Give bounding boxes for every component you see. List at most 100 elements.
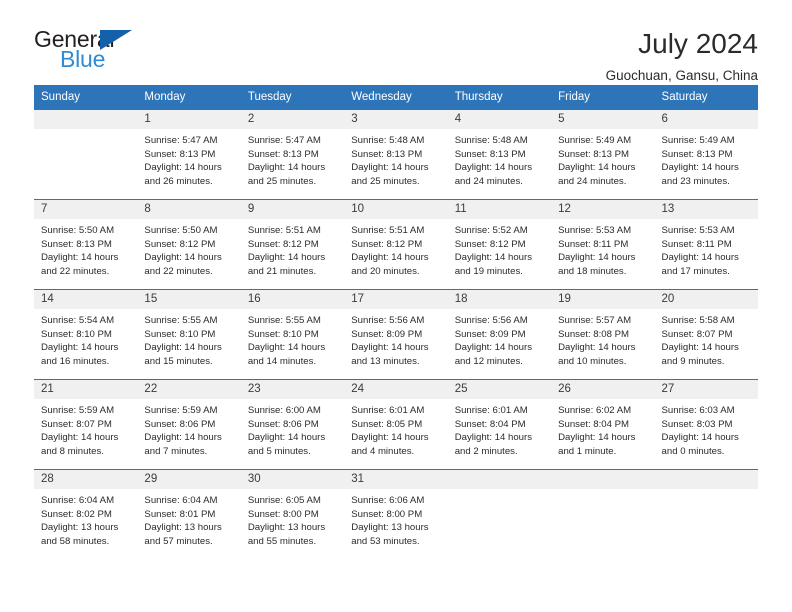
daylight-text: Daylight: 13 hours bbox=[247, 522, 326, 533]
weekday-header-row: Sunday Monday Tuesday Wednesday Thursday Frid… bbox=[34, 85, 758, 110]
day-cell[interactable]: 7 Sunrise: 5:50 AM Sunset: 8:13 PM Daylight… bbox=[34, 200, 138, 289]
calendar-page: General Blue July 2024 Guochuan, Gansu, … bbox=[0, 0, 792, 612]
sunset-text: Sunset: 8:12 PM bbox=[351, 238, 423, 250]
day-number bbox=[34, 110, 138, 129]
day-cell[interactable]: 5 Sunrise: 5:49 AM Sunset: 8:13 PM Daylight… bbox=[551, 110, 655, 199]
sunset-text: Sunset: 8:04 PM bbox=[558, 418, 630, 430]
daylight-text: Daylight: 14 hours bbox=[661, 162, 739, 173]
day-cell[interactable]: 21 Sunrise: 5:59 AM Sunset: 8:07 PM Dayligh… bbox=[34, 380, 138, 469]
day-cell[interactable]: 10 Sunrise: 5:51 AM Sunset: 8:12 PM Dayligh… bbox=[344, 200, 448, 289]
daylight-text: Daylight: 14 hours bbox=[41, 252, 119, 263]
day-details: Sunrise: 5:48 AM Sunset: 8:13 PM Daylight:… bbox=[448, 129, 551, 188]
day-number: 14 bbox=[34, 290, 138, 309]
daylight-text: Daylight: 14 hours bbox=[351, 342, 429, 353]
day-cell[interactable]: 14 Sunrise: 5:54 AM Sunset: 8:10 PM Dayligh… bbox=[34, 290, 138, 379]
day-cell[interactable]: 23 Sunrise: 6:00 AM Sunset: 8:06 PM Dayligh… bbox=[240, 380, 345, 469]
day-cell[interactable]: 27 Sunrise: 6:03 AM Sunset: 8:03 PM Dayligh… bbox=[654, 380, 758, 469]
daylight-text: and 20 minutes. bbox=[351, 265, 420, 277]
day-cell[interactable]: 17 Sunrise: 5:56 AM Sunset: 8:09 PM Dayligh… bbox=[344, 290, 448, 379]
sunset-text: Sunset: 8:00 PM bbox=[351, 508, 423, 520]
daylight-text: and 22 minutes. bbox=[41, 265, 110, 277]
day-number: 4 bbox=[447, 110, 552, 129]
daylight-text: Daylight: 14 hours bbox=[558, 342, 636, 353]
sunrise-text: Sunrise: 6:01 AM bbox=[351, 405, 425, 416]
daylight-text: and 24 minutes. bbox=[558, 175, 627, 187]
day-cell[interactable]: 11 Sunrise: 5:52 AM Sunset: 8:12 PM Dayligh… bbox=[447, 200, 552, 289]
sunset-text: Sunset: 8:07 PM bbox=[661, 328, 733, 340]
daylight-text: Daylight: 14 hours bbox=[454, 342, 533, 353]
sunset-text: Sunset: 8:10 PM bbox=[41, 328, 112, 340]
day-cell[interactable]: 18 Sunrise: 5:56 AM Sunset: 8:09 PM Dayligh… bbox=[447, 290, 552, 379]
day-details: Sunrise: 5:55 AM Sunset: 8:10 PM Daylight:… bbox=[241, 309, 344, 368]
day-cell[interactable]: 15 Sunrise: 5:55 AM Sunset: 8:10 PM Dayligh… bbox=[137, 290, 241, 379]
daylight-text: and 25 minutes. bbox=[247, 175, 317, 187]
day-details: Sunrise: 5:55 AM Sunset: 8:10 PM Daylight:… bbox=[137, 309, 240, 368]
day-cell[interactable]: 29 Sunrise: 6:04 AM Sunset: 8:01 PM Dayligh… bbox=[137, 470, 241, 559]
day-cell[interactable]: 28 Sunrise: 6:04 AM Sunset: 8:02 PM Dayligh… bbox=[34, 470, 138, 559]
day-cell[interactable]: 26 Sunrise: 6:02 AM Sunset: 8:04 PM Dayligh… bbox=[551, 380, 655, 469]
sunset-text: Sunset: 8:12 PM bbox=[454, 238, 526, 250]
daylight-text: and 2 minutes. bbox=[454, 445, 518, 457]
weekday-header-tuesday: Tuesday bbox=[247, 91, 292, 103]
day-cell-empty bbox=[551, 470, 655, 559]
day-details: Sunrise: 5:57 AM Sunset: 8:08 PM Daylight:… bbox=[551, 309, 654, 368]
day-details: Sunrise: 5:56 AM Sunset: 8:09 PM Daylight:… bbox=[344, 309, 447, 368]
weekday-header-friday: Friday bbox=[558, 91, 591, 103]
day-details: Sunrise: 5:47 AM Sunset: 8:13 PM Daylight:… bbox=[241, 129, 344, 188]
day-number: 12 bbox=[551, 200, 655, 219]
day-details: Sunrise: 5:59 AM Sunset: 8:06 PM Daylight:… bbox=[137, 399, 240, 458]
day-number: 27 bbox=[654, 380, 758, 399]
day-cell[interactable]: 25 Sunrise: 6:01 AM Sunset: 8:04 PM Dayligh… bbox=[447, 380, 552, 469]
day-number: 8 bbox=[137, 200, 241, 219]
day-cell[interactable]: 24 Sunrise: 6:01 AM Sunset: 8:05 PM Dayligh… bbox=[344, 380, 448, 469]
day-cell[interactable]: 22 Sunrise: 5:59 AM Sunset: 8:06 PM Dayligh… bbox=[137, 380, 241, 469]
daylight-text: Daylight: 14 hours bbox=[144, 342, 222, 353]
day-number: 7 bbox=[34, 200, 138, 219]
sunrise-text: Sunrise: 5:59 AM bbox=[144, 405, 218, 416]
sunset-text: Sunset: 8:13 PM bbox=[661, 148, 733, 160]
day-cell[interactable]: 30 Sunrise: 6:05 AM Sunset: 8:00 PM Dayligh… bbox=[240, 470, 345, 559]
daylight-text: and 53 minutes. bbox=[351, 535, 420, 547]
sunset-text: Sunset: 8:09 PM bbox=[454, 328, 526, 340]
day-cell[interactable]: 12 Sunrise: 5:53 AM Sunset: 8:11 PM Dayligh… bbox=[551, 200, 655, 289]
day-cell-empty bbox=[654, 470, 758, 559]
weekday-header-thursday: Thursday bbox=[454, 91, 503, 103]
day-number: 6 bbox=[654, 110, 758, 129]
day-cell[interactable]: 2 Sunrise: 5:47 AM Sunset: 8:13 PM Daylight… bbox=[240, 110, 345, 199]
day-cell[interactable]: 20 Sunrise: 5:58 AM Sunset: 8:07 PM Dayligh… bbox=[654, 290, 758, 379]
sunset-text: Sunset: 8:07 PM bbox=[41, 418, 112, 430]
day-cell[interactable]: 3 Sunrise: 5:48 AM Sunset: 8:13 PM Daylight… bbox=[344, 110, 448, 199]
day-cell[interactable]: 16 Sunrise: 5:55 AM Sunset: 8:10 PM Dayligh… bbox=[240, 290, 345, 379]
day-cell[interactable]: 9 Sunrise: 5:51 AM Sunset: 8:12 PM Daylight… bbox=[240, 200, 345, 289]
sunset-text: Sunset: 8:01 PM bbox=[144, 508, 216, 520]
day-number: 15 bbox=[137, 290, 241, 309]
day-cell[interactable]: 6 Sunrise: 5:49 AM Sunset: 8:13 PM Daylight… bbox=[654, 110, 758, 199]
day-cell[interactable]: 4 Sunrise: 5:48 AM Sunset: 8:13 PM Daylight… bbox=[447, 110, 552, 199]
calendar-grid: Sunday Monday Tuesday Wednesday Thursday Frid… bbox=[34, 85, 758, 559]
day-number: 28 bbox=[34, 470, 138, 489]
sunset-text: Sunset: 8:09 PM bbox=[351, 328, 423, 340]
day-number: 31 bbox=[344, 470, 448, 489]
day-cell[interactable]: 13 Sunrise: 5:53 AM Sunset: 8:11 PM Dayligh… bbox=[654, 200, 758, 289]
day-details: Sunrise: 6:05 AM Sunset: 8:00 PM Daylight:… bbox=[241, 489, 344, 548]
daylight-text: Daylight: 14 hours bbox=[41, 342, 119, 353]
day-number: 29 bbox=[137, 470, 241, 489]
sunset-text: Sunset: 8:13 PM bbox=[454, 148, 526, 160]
weekday-header-sunday: Sunday bbox=[41, 91, 81, 103]
day-details: Sunrise: 6:04 AM Sunset: 8:01 PM Daylight:… bbox=[137, 489, 240, 548]
sunrise-text: Sunrise: 5:53 AM bbox=[661, 225, 735, 236]
day-cell[interactable]: 31 Sunrise: 6:06 AM Sunset: 8:00 PM Dayligh… bbox=[344, 470, 448, 559]
generalblue-logo[interactable]: General Blue bbox=[34, 26, 146, 72]
day-cell[interactable]: 19 Sunrise: 5:57 AM Sunset: 8:08 PM Dayligh… bbox=[551, 290, 655, 379]
day-details: Sunrise: 6:00 AM Sunset: 8:06 PM Daylight:… bbox=[241, 399, 344, 458]
sunrise-text: Sunrise: 5:59 AM bbox=[41, 405, 115, 416]
sunset-text: Sunset: 8:06 PM bbox=[247, 418, 319, 430]
day-number: 24 bbox=[344, 380, 448, 399]
day-cell[interactable]: 1 Sunrise: 5:47 AM Sunset: 8:13 PM Daylight… bbox=[137, 110, 241, 199]
sunrise-text: Sunrise: 5:53 AM bbox=[558, 225, 632, 236]
day-cell[interactable]: 8 Sunrise: 5:50 AM Sunset: 8:12 PM Daylight… bbox=[137, 200, 241, 289]
daylight-text: and 8 minutes. bbox=[41, 445, 104, 457]
daylight-text: Daylight: 14 hours bbox=[144, 432, 222, 443]
day-number bbox=[654, 470, 758, 489]
daylight-text: and 9 minutes. bbox=[661, 355, 725, 367]
